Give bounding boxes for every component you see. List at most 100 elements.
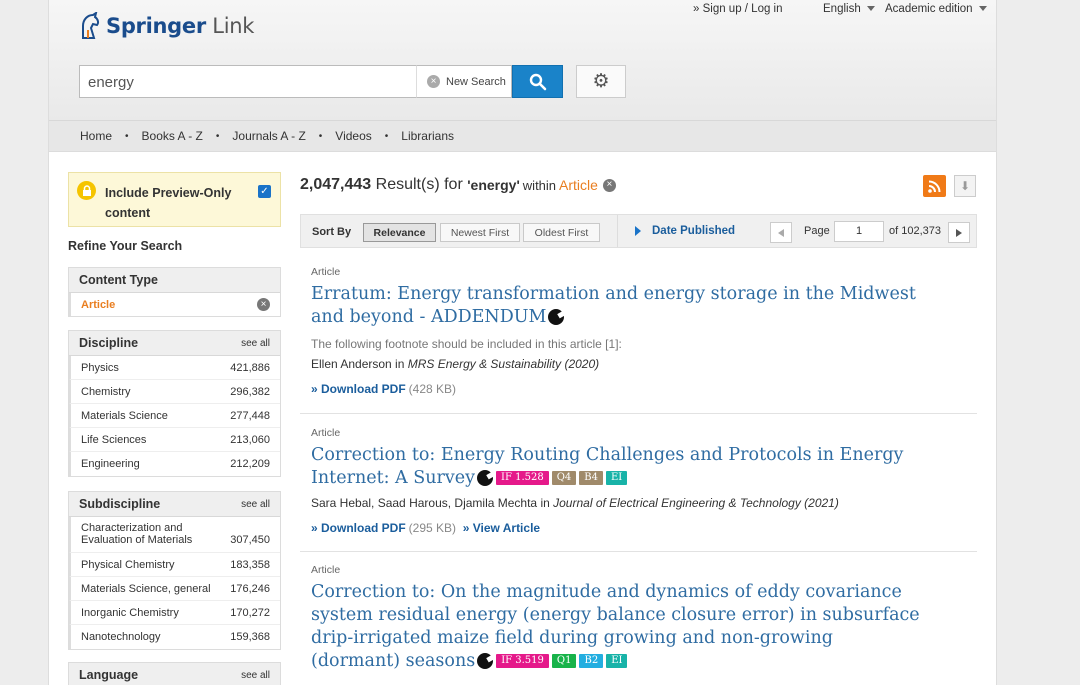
page-number-input[interactable]: 1 [834,221,884,242]
facet-item-label: Characterization and Evaluation of Mater… [81,522,193,546]
sort-newest-button[interactable]: Newest First [440,223,520,242]
date-published-toggle[interactable]: Date Published [617,215,747,247]
facet-item-count: 307,450 [230,534,270,546]
ei-badge: EI [606,471,628,485]
rank-badge: B2 [579,654,604,668]
settings-button[interactable]: ⚙ [576,65,626,98]
search-button[interactable] [512,65,563,98]
rss-button[interactable] [923,175,946,197]
facet-item-label: Materials Science, general [81,582,211,595]
file-size: (428 KB) [408,382,457,396]
chevron-left-icon [778,228,784,237]
facet-item[interactable]: Materials Science 277,448 [69,404,280,428]
facet-item[interactable]: Chemistry 296,382 [69,380,280,404]
quartile-badge: Q1 [551,654,577,668]
edition-dropdown[interactable]: Academic edition [885,3,987,15]
facet-item-count: 296,382 [230,385,270,398]
facet-item[interactable]: Materials Science, general 176,246 [69,577,280,601]
facet-item[interactable]: Life Sciences 213,060 [69,428,280,452]
result-type: Article [311,266,341,278]
results-count: 2,047,443 [300,176,372,193]
preview-only-checkbox[interactable]: ✓ [258,185,271,198]
facet-language: Language see all [68,662,281,685]
logo-text-link: Link [212,14,255,38]
results-query: 'energy' [467,177,520,193]
clear-icon: × [427,75,440,88]
facet-item-label: Materials Science [81,409,168,422]
open-access-icon [548,309,565,325]
open-access-icon [477,470,494,486]
result-links: » Download PDF (295 KB) » View Article [300,521,977,535]
lock-icon [77,181,96,200]
nav-separator: • [125,130,129,142]
sort-relevance-button[interactable]: Relevance [363,223,436,242]
discipline-see-all-link[interactable]: see all [241,338,270,349]
nav-separator: • [384,130,389,142]
facet-discipline-header: Discipline see all [69,331,280,356]
facet-item-count: 183,358 [230,558,270,571]
sort-by-label: Sort By [312,226,352,238]
facet-item[interactable]: Inorganic Chemistry 170,272 [69,601,280,625]
new-search-button[interactable]: × New Search [416,65,512,98]
facet-item-count: 212,209 [230,458,270,470]
facet-title: Discipline [79,336,139,350]
springer-link-logo[interactable]: Springer Link [78,12,254,40]
preview-only-label: Include Preview-Only content [105,186,232,220]
view-article-link[interactable]: » View Article [463,521,540,535]
result-snippet: The following footnote should be include… [311,337,622,351]
results-filter[interactable]: Article [559,177,598,193]
nav-librarians[interactable]: Librarians [401,129,454,143]
results-summary: 2,047,443 Result(s) for 'energy' within … [300,176,622,194]
remove-filter-icon[interactable]: × [602,178,616,192]
result-title-link[interactable]: Erratum: Energy transformation and energ… [300,283,920,329]
journal-name[interactable]: MRS Energy & Sustainability (2020) [408,357,599,371]
sort-oldest-button[interactable]: Oldest First [523,223,600,242]
file-size: (295 KB) [408,521,457,535]
language-dropdown[interactable]: English [823,3,875,15]
facet-title: Content Type [79,273,158,287]
result-item: Article Correction to: Energy Routing Ch… [300,427,977,535]
result-title-link[interactable]: Correction to: On the magnitude and dyna… [300,581,920,673]
preview-only-toggle[interactable]: Include Preview-Only content ✓ [68,172,281,227]
page-label: Page [804,225,830,237]
facet-item-label: Life Sciences [81,433,147,446]
date-published-label: Date Published [652,225,736,237]
facet-item-count: 421,886 [230,361,270,374]
result-authors: Sara Hebal, Saad Harous, Djamila Mechta … [300,496,977,510]
author-names: Ellen Anderson in [311,357,408,371]
journal-name[interactable]: Journal of Electrical Engineering & Tech… [553,496,839,510]
facet-item[interactable]: Nanotechnology 159,368 [69,625,280,649]
download-pdf-link[interactable]: » Download PDF [311,521,406,535]
facet-selected-article[interactable]: Article × [69,293,280,316]
facet-selected-label: Article [81,298,116,311]
download-pdf-link[interactable]: » Download PDF [311,382,406,396]
quartile-badge: Q4 [551,471,577,485]
remove-filter-icon[interactable]: × [257,298,270,311]
language-label: English [823,3,861,15]
facet-item[interactable]: Engineering 212,209 [69,452,280,476]
search-input[interactable]: energy [79,65,417,98]
facet-item[interactable]: Physical Chemistry 183,358 [69,553,280,577]
facet-subdiscipline: Subdiscipline see all Characterization a… [68,491,281,650]
impact-factor-badge: IF 1.528 [496,471,549,485]
facet-item[interactable]: Physics 421,886 [69,356,280,380]
nav-videos[interactable]: Videos [335,129,371,143]
language-see-all-link[interactable]: see all [241,670,270,681]
page-container: Springer Link » Sign up / Log in English… [48,0,997,685]
rank-badge: B4 [579,471,603,485]
result-type: Article [311,564,341,576]
open-access-icon [477,653,494,669]
prev-page-button[interactable] [770,222,792,243]
result-title-link[interactable]: Correction to: Energy Routing Challenges… [300,444,920,490]
subdiscipline-see-all-link[interactable]: see all [241,499,270,510]
facet-item-label: Nanotechnology [81,631,161,643]
nav-home[interactable]: Home [80,129,112,143]
signup-login-link[interactable]: » Sign up / Log in [693,3,783,15]
download-results-button[interactable]: ⬇ [954,175,976,197]
rss-icon [928,180,941,193]
nav-journals[interactable]: Journals A - Z [232,129,305,143]
next-page-button[interactable] [948,222,970,243]
facet-item[interactable]: Characterization and Evaluation of Mater… [69,517,280,553]
facet-language-header: Language see all [69,663,280,685]
nav-books[interactable]: Books A - Z [142,129,203,143]
